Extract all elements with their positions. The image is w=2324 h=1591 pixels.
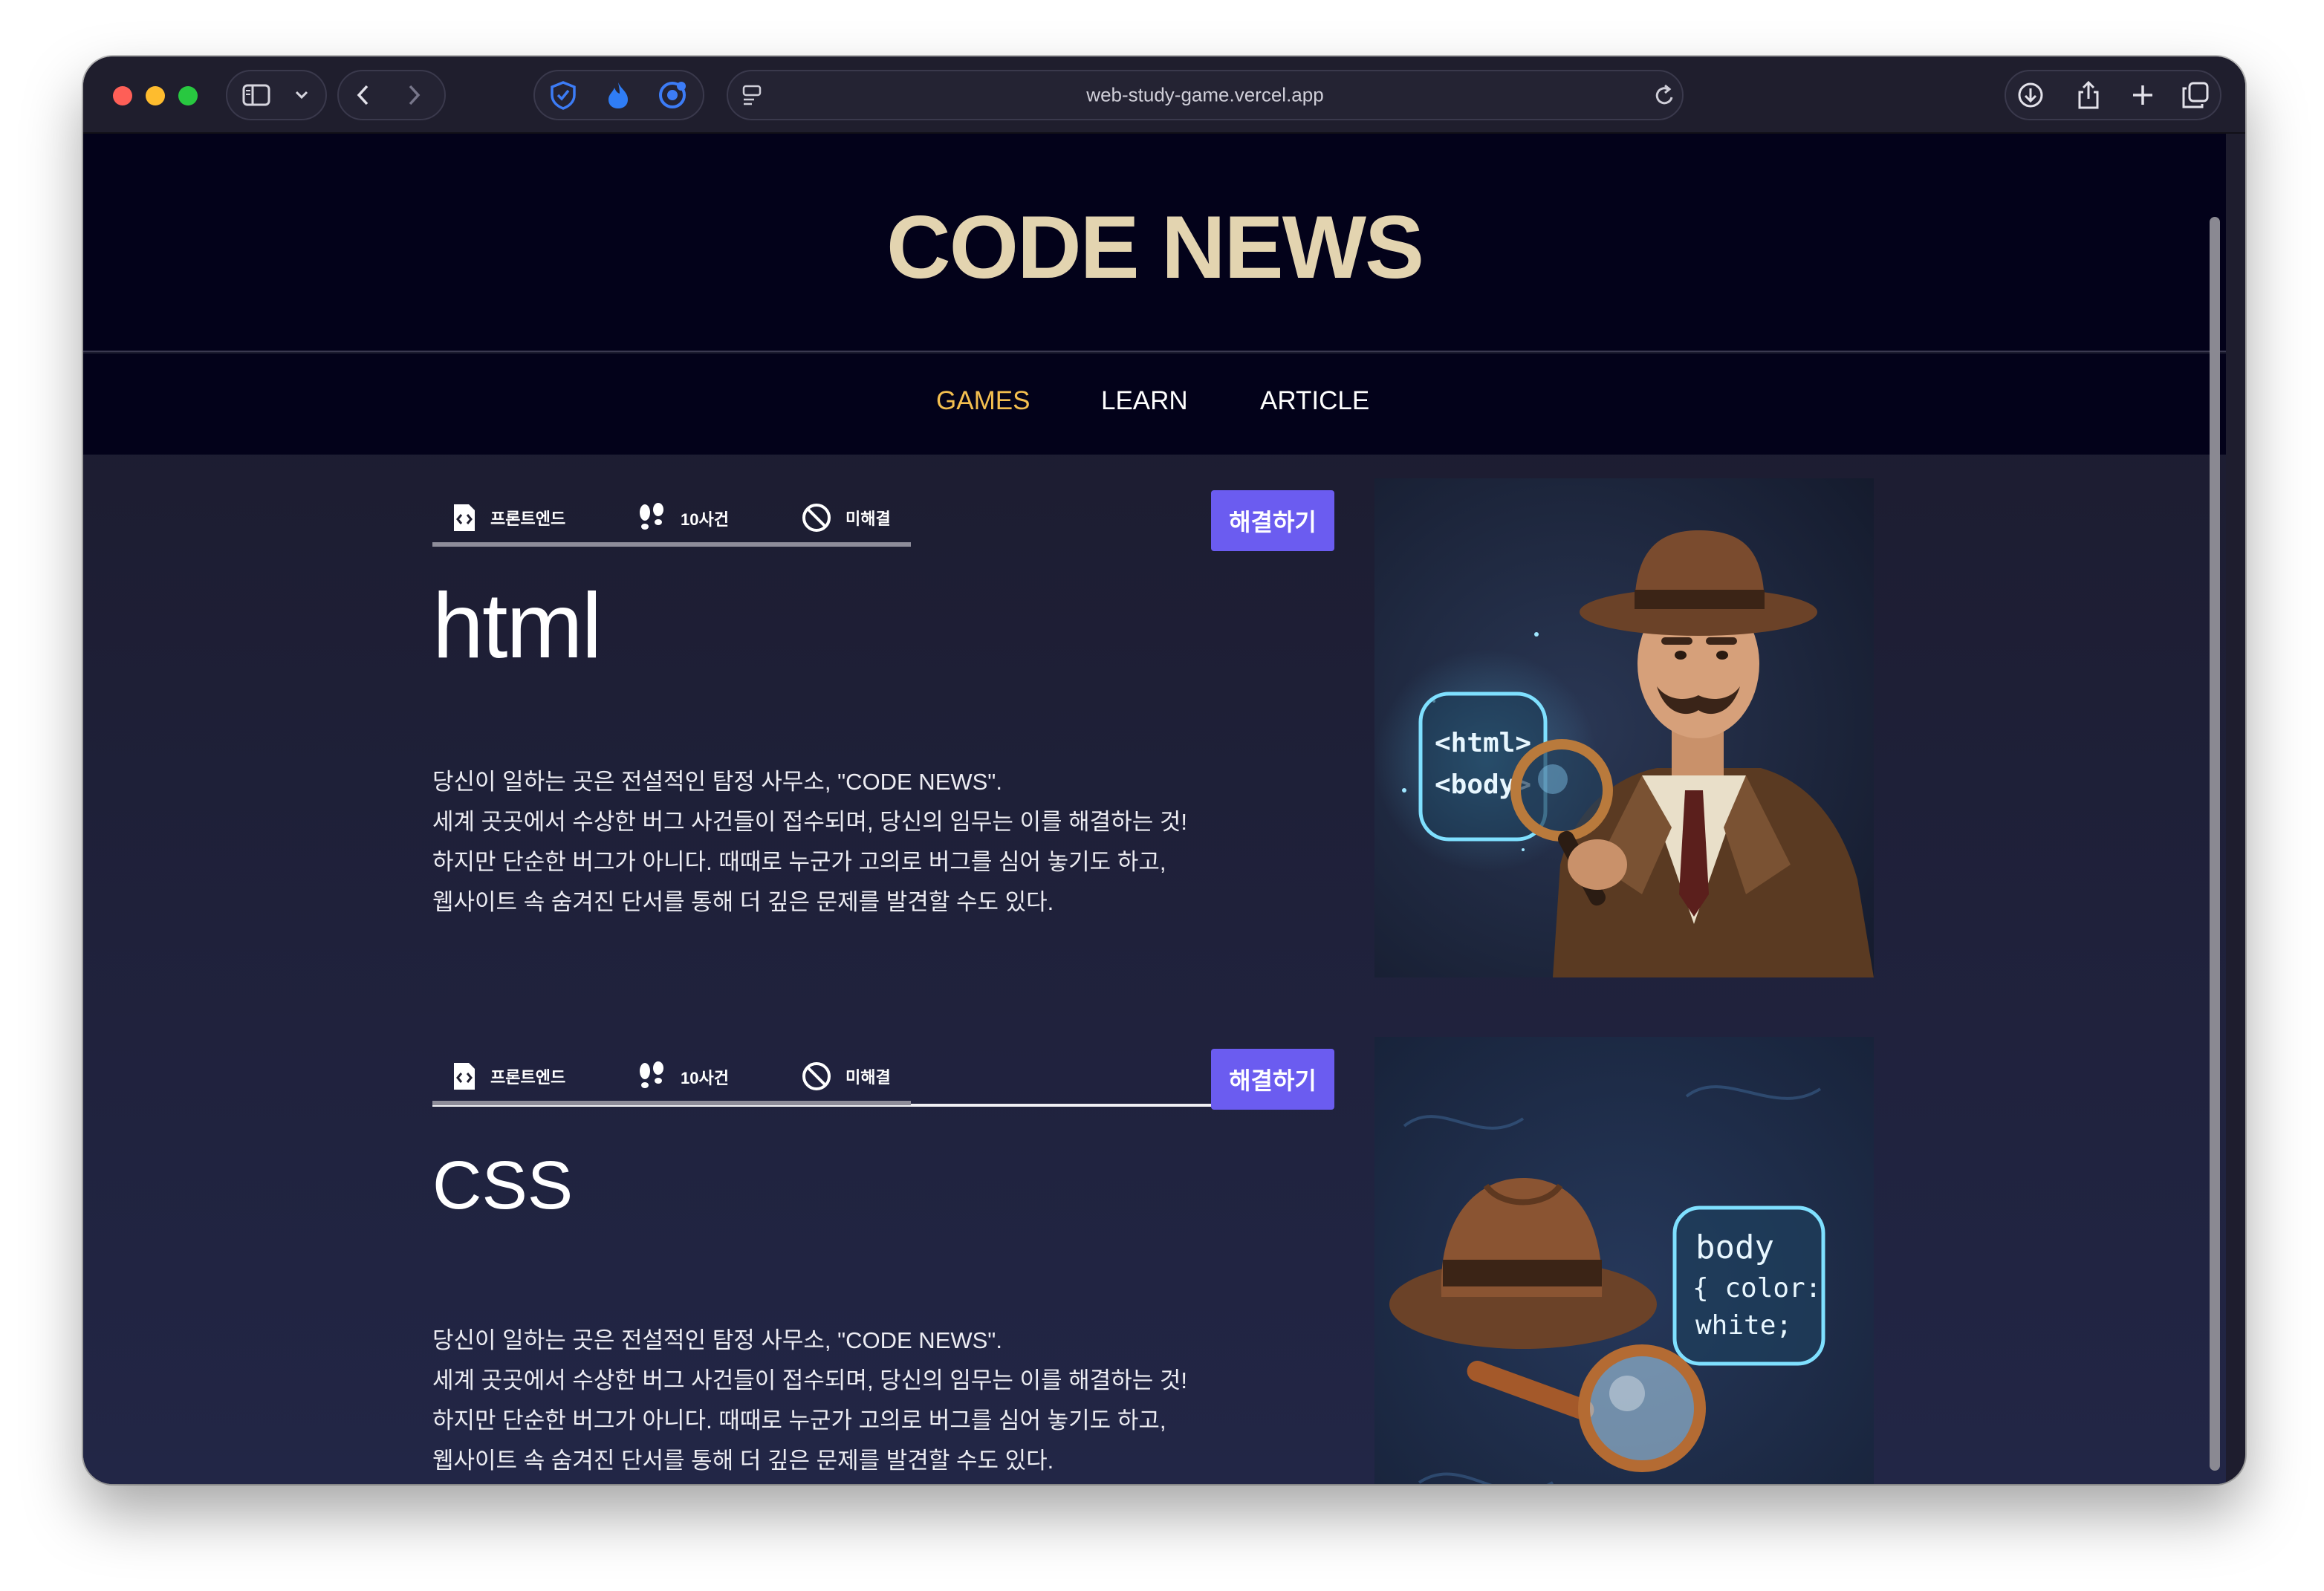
cases-label: 10사건 [681, 1069, 729, 1087]
history-nav-group [337, 70, 446, 120]
css-value-text: white; [1695, 1310, 1792, 1341]
address-bar[interactable]: web-study-game.vercel.app [727, 70, 1684, 120]
badge-icon[interactable] [657, 79, 688, 111]
code-file-icon [454, 1063, 475, 1090]
solve-button[interactable]: 해결하기 [1211, 1049, 1334, 1110]
site-nav: GAMES LEARN ARTICLE [83, 354, 2226, 455]
close-window-button[interactable] [113, 86, 132, 105]
zoom-window-button[interactable] [178, 86, 198, 105]
css-property-text: { color: [1692, 1273, 1821, 1304]
flame-icon[interactable] [605, 80, 632, 110]
detective-css-illustration: body { color: white; [1374, 1037, 1874, 1484]
site-logo[interactable]: CODE NEWS [83, 196, 2226, 299]
minimize-window-button[interactable] [146, 86, 165, 105]
category-tag: 프론트엔드 [452, 1061, 565, 1092]
browser-toolbar: web-study-game.vercel.app [83, 56, 2245, 134]
back-icon[interactable] [355, 83, 371, 107]
cases-label: 10사건 [681, 510, 729, 529]
web-page: CODE NEWS GAMES LEARN ARTICLE 프론트엔드 10사건 [83, 134, 2226, 1484]
css-selector-text: body [1695, 1229, 1774, 1266]
prohibited-icon [802, 1062, 831, 1090]
solve-button[interactable]: 해결하기 [1211, 490, 1334, 551]
detective-html-illustration: <html> <body> [1374, 478, 1874, 977]
cases-tag: 10사건 [636, 1061, 729, 1093]
site-header: CODE NEWS [83, 134, 2226, 352]
forward-icon[interactable] [406, 83, 422, 107]
reload-icon[interactable] [1654, 83, 1676, 107]
share-icon[interactable] [2076, 80, 2101, 110]
shield-icon[interactable] [548, 80, 578, 110]
extensions-group [533, 70, 704, 120]
html-tag-text: <html> [1435, 728, 1531, 758]
status-label: 미해결 [845, 1068, 891, 1087]
browser-actions-group [2005, 70, 2221, 120]
prohibited-icon [802, 504, 831, 532]
status-tag: 미해결 [801, 1061, 891, 1092]
card-meta: 프론트엔드 10사건 미해결 [432, 478, 911, 547]
card-title: html [432, 575, 602, 677]
card-description: 당신이 일하는 곳은 전설적인 탐정 사무소, "CODE NEWS". 세계 … [432, 769, 1187, 915]
card-description: 당신이 일하는 곳은 전설적인 탐정 사무소, "CODE NEWS". 세계 … [432, 1327, 1187, 1474]
card-meta: 프론트엔드 10사건 미해결 [432, 1037, 911, 1105]
status-tag: 미해결 [801, 502, 891, 533]
code-file-icon [454, 504, 475, 531]
game-card: 프론트엔드 10사건 미해결 해결하기 html 당신이 일하는 곳은 전설적인… [432, 478, 1958, 1107]
footprints-icon [640, 1061, 663, 1088]
plus-icon[interactable] [2131, 83, 2155, 107]
chevron-down-icon[interactable] [294, 90, 309, 100]
nav-article[interactable]: ARTICLE [1260, 386, 1369, 416]
card-title: CSS [432, 1148, 574, 1223]
page-scrollbar[interactable] [2210, 217, 2220, 1480]
download-icon[interactable] [2016, 81, 2045, 109]
sidebar-icon[interactable] [242, 84, 270, 106]
game-card: 프론트엔드 10사건 미해결 해결하기 CSS 당신이 일하는 곳은 전설적인 … [432, 1037, 1958, 1484]
browser-window: web-study-game.vercel.app CODE NEWS GAME… [83, 56, 2245, 1484]
sidebar-toggle-group [226, 70, 327, 120]
tabs-icon[interactable] [2181, 81, 2210, 109]
cases-tag: 10사건 [636, 502, 729, 535]
scrollbar-thumb[interactable] [2210, 217, 2220, 1471]
status-label: 미해결 [845, 510, 891, 528]
nav-learn[interactable]: LEARN [1101, 386, 1188, 416]
url-text: web-study-game.vercel.app [1086, 83, 1324, 106]
category-tag: 프론트엔드 [452, 502, 565, 533]
category-label: 프론트엔드 [490, 510, 566, 528]
category-label: 프론트엔드 [490, 1068, 566, 1087]
nav-games[interactable]: GAMES [936, 386, 1030, 416]
footprints-icon [640, 503, 663, 530]
